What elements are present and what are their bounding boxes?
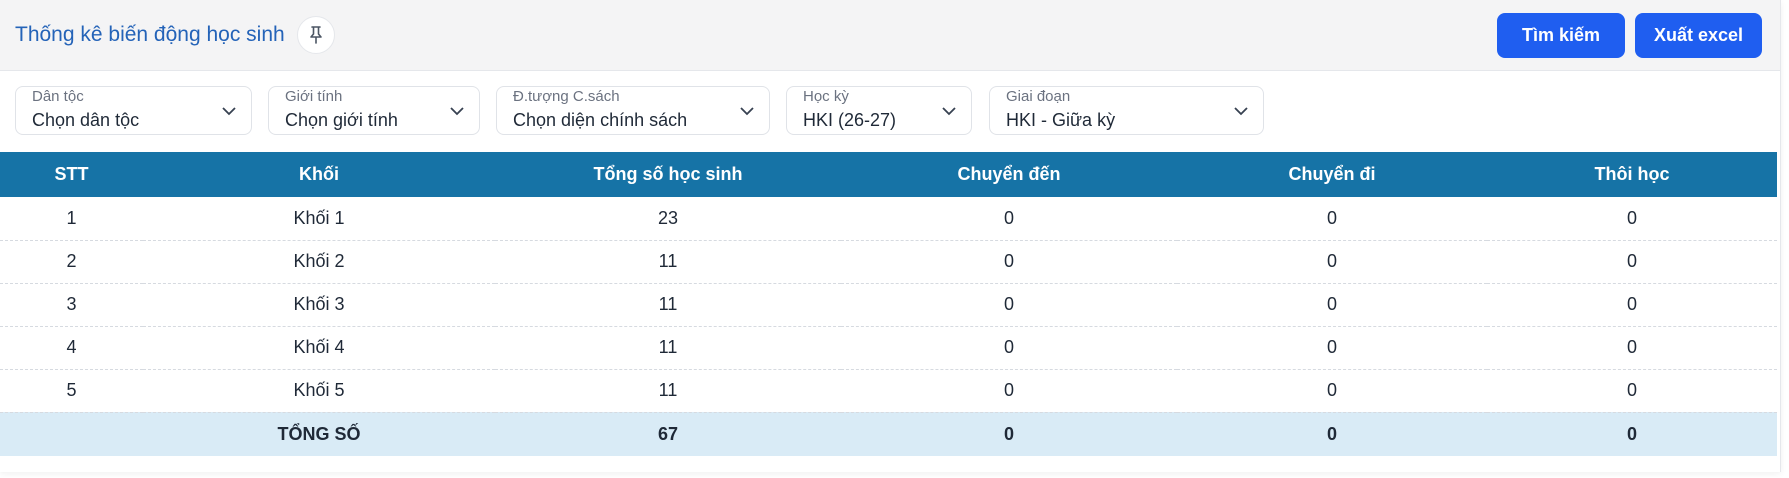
chevron-down-icon [740,107,754,116]
cell-transfer-in: 0 [841,326,1177,370]
column-header-stt: STT [54,164,89,184]
total-students: 67 [495,412,841,456]
chevron-down-icon [942,107,956,116]
cell-grade: Khối 3 [143,283,495,327]
cell-dropout: 0 [1487,240,1777,284]
table-header-row: STT Khối Tổng số học sinh Chuyển đến Chu… [0,152,1777,197]
column-header-total-students: Tổng số học sinh [593,164,743,184]
table-row: 3 Khối 3 11 0 0 0 [0,283,1777,327]
cell-transfer-out: 0 [1177,283,1487,327]
cell-total-students: 11 [495,283,841,327]
cell-transfer-out: 0 [1177,369,1487,413]
cell-transfer-out: 0 [1177,197,1487,241]
total-transfer-out: 0 [1177,412,1487,456]
cell-dropout: 0 [1487,326,1777,370]
cell-grade: Khối 1 [143,197,495,241]
chevron-down-icon [222,107,236,116]
cell-transfer-out: 0 [1177,326,1487,370]
cell-total-students: 23 [495,197,841,241]
cell-stt: 4 [0,326,143,370]
policy-value: Chọn diện chính sách [513,110,688,130]
cell-stt: 5 [0,369,143,413]
gender-label: Giới tính [285,88,343,105]
chevron-down-icon [450,107,464,116]
period-select[interactable]: Giai đoạn HKI - Giữa kỳ [989,86,1264,135]
pin-button[interactable] [296,16,335,54]
policy-label: Đ.tượng C.sách [513,88,620,105]
total-cell-stt [0,412,143,456]
total-transfer-in: 0 [841,412,1177,456]
panel-header: Thống kê biến động học sinh Tìm kiếm Xuấ… [0,0,1780,71]
cell-total-students: 11 [495,240,841,284]
cell-dropout: 0 [1487,197,1777,241]
table-total-row: TỔNG SỐ 67 0 0 0 [0,412,1777,456]
cell-stt: 3 [0,283,143,327]
column-header-transfer-in: Chuyển đến [957,164,1061,184]
statistics-panel: Thống kê biến động học sinh Tìm kiếm Xuấ… [0,0,1781,472]
cell-stt: 1 [0,197,143,241]
period-label: Giai đoạn [1006,88,1071,105]
filter-bar: Dân tộc Chọn dân tộc Giới tính Chọn giới… [0,71,1780,151]
semester-value: HKI (26-27) [803,110,897,130]
policy-select[interactable]: Đ.tượng C.sách Chọn diện chính sách [496,86,770,135]
table-row: 4 Khối 4 11 0 0 0 [0,326,1777,370]
cell-total-students: 11 [495,369,841,413]
column-header-grade: Khối [299,164,339,184]
cell-transfer-in: 0 [841,240,1177,284]
table-row: 5 Khối 5 11 0 0 0 [0,369,1777,413]
cell-transfer-out: 0 [1177,240,1487,284]
search-button[interactable]: Tìm kiếm [1497,12,1625,58]
semester-label: Học kỳ [803,88,849,105]
semester-select[interactable]: Học kỳ HKI (26-27) [786,86,972,135]
pin-icon [309,26,322,44]
cell-transfer-in: 0 [841,369,1177,413]
cell-grade: Khối 4 [143,326,495,370]
gender-select[interactable]: Giới tính Chọn giới tính [268,86,480,135]
column-header-transfer-out: Chuyển đi [1288,164,1376,184]
statistics-table: STT Khối Tổng số học sinh Chuyển đến Chu… [0,152,1777,456]
export-excel-button[interactable]: Xuất excel [1635,12,1762,58]
column-header-dropout: Thôi học [1594,164,1670,184]
total-dropout: 0 [1487,412,1777,456]
cell-grade: Khối 5 [143,369,495,413]
cell-transfer-in: 0 [841,197,1177,241]
cell-dropout: 0 [1487,369,1777,413]
cell-stt: 2 [0,240,143,284]
page-title: Thống kê biến động học sinh [15,23,285,46]
gender-value: Chọn giới tính [285,110,398,130]
table-row: 1 Khối 1 23 0 0 0 [0,197,1777,241]
cell-total-students: 11 [495,326,841,370]
cell-transfer-in: 0 [841,283,1177,327]
table-row: 2 Khối 2 11 0 0 0 [0,240,1777,284]
ethnicity-value: Chọn dân tộc [32,110,140,130]
ethnicity-label: Dân tộc [32,88,84,105]
cell-grade: Khối 2 [143,240,495,284]
total-label: TỔNG SỐ [143,412,495,456]
chevron-down-icon [1234,107,1248,116]
cell-dropout: 0 [1487,283,1777,327]
ethnicity-select[interactable]: Dân tộc Chọn dân tộc [15,86,252,135]
period-value: HKI - Giữa kỳ [1006,110,1116,130]
